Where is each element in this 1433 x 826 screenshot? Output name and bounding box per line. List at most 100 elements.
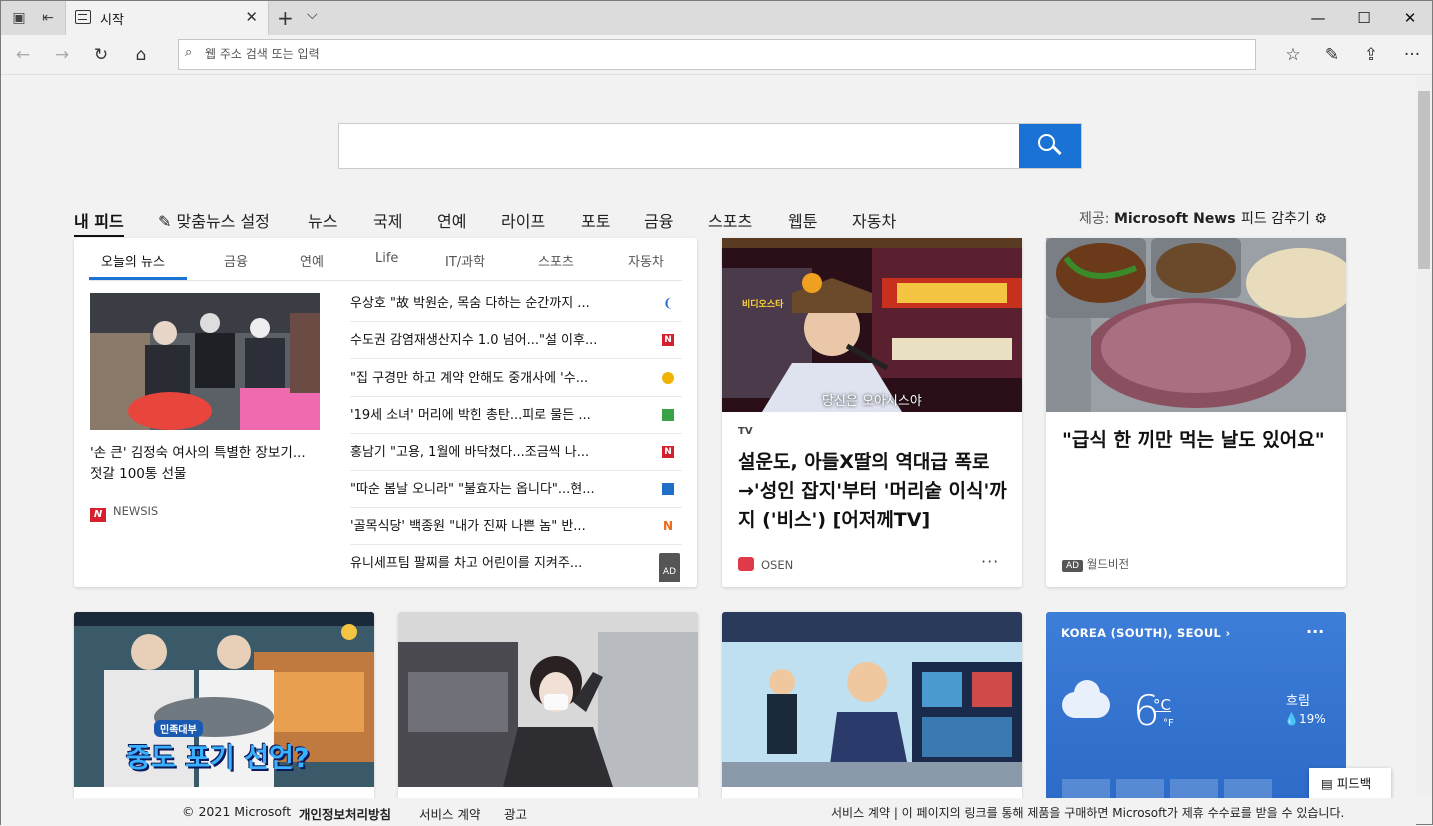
scrollbar-thumb[interactable] (1418, 91, 1430, 269)
menu-item-life[interactable]: 라이프 (501, 208, 545, 232)
weather-condition: 흐림 (1286, 694, 1310, 709)
tab-finance[interactable]: 금융 (224, 251, 248, 270)
browser-window: ▣ ⇤ 시작 ✕ + ⌵ — ☐ ✕ ← → ↻ ⌂ ⌕ ☆ ✎ ⇪ ··· (0, 0, 1433, 826)
tab-sports[interactable]: 스포츠 (538, 251, 574, 270)
lead-news-source: N NEWSIS (90, 504, 158, 522)
menu-my-feed[interactable]: 내 피드 (74, 208, 124, 237)
provider-label: 제공: Microsoft News (1079, 211, 1236, 227)
blue-square-icon (662, 483, 674, 495)
orange-n-icon: N (662, 519, 674, 533)
home-icon[interactable]: ⌂ (128, 43, 154, 67)
show-logo: 비디오스타 (742, 300, 784, 310)
refresh-icon[interactable]: ↻ (88, 43, 114, 67)
menu-item-news[interactable]: 뉴스 (308, 208, 337, 232)
privacy-link[interactable]: 개인정보처리방침 (299, 804, 391, 823)
forecast-day[interactable] (1116, 779, 1164, 798)
close-window-button[interactable]: ✕ (1387, 1, 1433, 35)
singer-photo (722, 238, 1022, 412)
headline-5[interactable]: 홍남기 "고용, 1월에 바닥쳤다...조금씩 나... N (350, 434, 682, 471)
gear-icon: ⚙ (1314, 211, 1327, 227)
pen-icon[interactable]: ✎ (1319, 43, 1345, 67)
weather-location[interactable]: KOREA (SOUTH), SEOUL › (1061, 626, 1230, 640)
food-tray-image[interactable] (1046, 238, 1346, 412)
forecast-day[interactable] (1170, 779, 1218, 798)
divider (89, 280, 682, 281)
chevron-down-icon[interactable]: ⌵ (307, 7, 318, 23)
headline-2[interactable]: 수도권 감염재생산지수 1.0 넘어..."설 이후... N (350, 322, 682, 359)
headline-6[interactable]: "따순 봄날 오니라" "불효자는 옵니다"...현... (350, 471, 682, 508)
newsis-icon: N (662, 446, 674, 458)
precipitation: 💧19% (1284, 712, 1326, 726)
tab-title: 시작 (100, 13, 124, 28)
tab-it-science[interactable]: IT/과학 (445, 251, 485, 270)
ad-badge: AD (1062, 560, 1084, 572)
menu-item-sports[interactable]: 스포츠 (708, 208, 752, 232)
more-menu-icon[interactable]: ··· (1399, 43, 1425, 67)
chevron-right-icon: › (1225, 626, 1231, 640)
favorites-star-icon[interactable]: ☆ (1280, 43, 1306, 67)
cloud-icon (1062, 680, 1110, 718)
tab-life[interactable]: Life (375, 251, 398, 266)
weather-card[interactable]: KOREA (SOUTH), SEOUL › ··· 6 °C °F 흐림 💧1… (1046, 612, 1346, 798)
hide-feed-button[interactable]: 피드 감추기 ⚙ (1241, 208, 1327, 228)
headline-1[interactable]: 우상호 "故 박원순, 목숨 다하는 순간까지 ... ❨ (350, 285, 682, 322)
terms-link[interactable]: 서비스 계약 (419, 804, 480, 823)
close-tab-icon[interactable]: ✕ (245, 8, 258, 26)
start-page-icon (75, 10, 91, 24)
ads-link[interactable]: 광고 (504, 804, 527, 823)
unit-celsius[interactable]: °C (1153, 696, 1171, 714)
weather-more-icon[interactable]: ··· (1306, 622, 1324, 641)
back-icon[interactable]: ← (10, 43, 36, 67)
tab-start[interactable]: 시작 ✕ (65, 1, 269, 35)
footer: © 2021 Microsoft 개인정보처리방침 서비스 계약 광고 서비스 … (1, 798, 1416, 826)
vertical-scrollbar[interactable] (1416, 76, 1432, 798)
search-input[interactable] (339, 124, 1019, 168)
search-button[interactable] (1019, 124, 1081, 168)
food-photo (1046, 238, 1346, 412)
headline-8-ad[interactable]: 유니세프팀 팔찌를 차고 어린이를 지켜주... AD (350, 545, 682, 582)
bing-search-box[interactable] (338, 123, 1082, 169)
tab-groups-icon[interactable]: ▣ (10, 9, 28, 27)
minimize-button[interactable]: — (1295, 1, 1341, 35)
tv-category: TV (738, 426, 753, 437)
tab-autos[interactable]: 자동차 (628, 251, 664, 270)
unit-fahrenheit[interactable]: °F (1163, 718, 1174, 729)
pencil-icon: ✎ (158, 212, 172, 231)
headline-4[interactable]: '19세 소녀' 머리에 박힌 총탄...피로 물든 ... (350, 397, 682, 434)
forecast-day[interactable] (1224, 779, 1272, 798)
ad-article-title[interactable]: "급식 한 끼만 먹는 날도 있어요" (1062, 426, 1327, 455)
lead-news-image[interactable] (90, 293, 320, 430)
navigation-bar: ← → ↻ ⌂ ⌕ ☆ ✎ ⇪ ··· (1, 35, 1432, 75)
forward-icon[interactable]: → (49, 43, 75, 67)
row2-card-3[interactable] (722, 612, 1022, 798)
tab-entertainment[interactable]: 연예 (300, 251, 324, 270)
more-options-icon[interactable]: ··· (981, 552, 999, 571)
menu-personalize[interactable]: ✎ 맞춤뉴스 설정 (158, 208, 270, 232)
tv-article-title[interactable]: 설운도, 아들X딸의 역대급 폭로→'성인 잡지'부터 '머리숱 이식'까지 (… (738, 448, 1010, 535)
menu-item-photo[interactable]: 포토 (581, 208, 610, 232)
share-icon[interactable]: ⇪ (1358, 43, 1384, 67)
set-aside-tabs-icon[interactable]: ⇤ (39, 9, 57, 27)
headline-3[interactable]: "집 구경만 하고 계약 안해도 중개사에 '수... (350, 360, 682, 397)
tv-article-image[interactable]: 비디오스타 당신은 오아시스야 (722, 238, 1022, 412)
feedback-button[interactable]: ▤ 피드백 (1309, 768, 1391, 800)
headline-7[interactable]: '골목식당' 백종원 "내가 진짜 나쁜 놈" 반... N (350, 508, 682, 545)
caption-tag: 민족대부 (154, 720, 203, 737)
menu-item-webtoon[interactable]: 웹툰 (788, 208, 817, 232)
menu-item-autos[interactable]: 자동차 (852, 208, 896, 232)
new-tab-icon[interactable]: + (277, 6, 294, 30)
address-bar[interactable]: ⌕ (178, 39, 1256, 70)
maximize-button[interactable]: ☐ (1341, 1, 1387, 35)
menu-item-world[interactable]: 국제 (373, 208, 402, 232)
lead-news-title[interactable]: '손 큰' 김정숙 여사의 특별한 장보기...젓갈 100통 선물 (90, 443, 312, 485)
yellow-circle-icon (662, 372, 674, 384)
menu-item-entertainment[interactable]: 연예 (437, 208, 466, 232)
forecast-day[interactable] (1062, 779, 1110, 798)
row2-card-1[interactable]: 민족대부 중도 포기 선언? (74, 612, 374, 798)
green-square-icon (662, 409, 674, 421)
market-photo (90, 293, 320, 430)
row2-card-2[interactable] (398, 612, 698, 798)
tab-today[interactable]: 오늘의 뉴스 (101, 251, 165, 270)
address-input[interactable] (205, 44, 1205, 64)
menu-item-finance[interactable]: 금융 (644, 208, 673, 232)
